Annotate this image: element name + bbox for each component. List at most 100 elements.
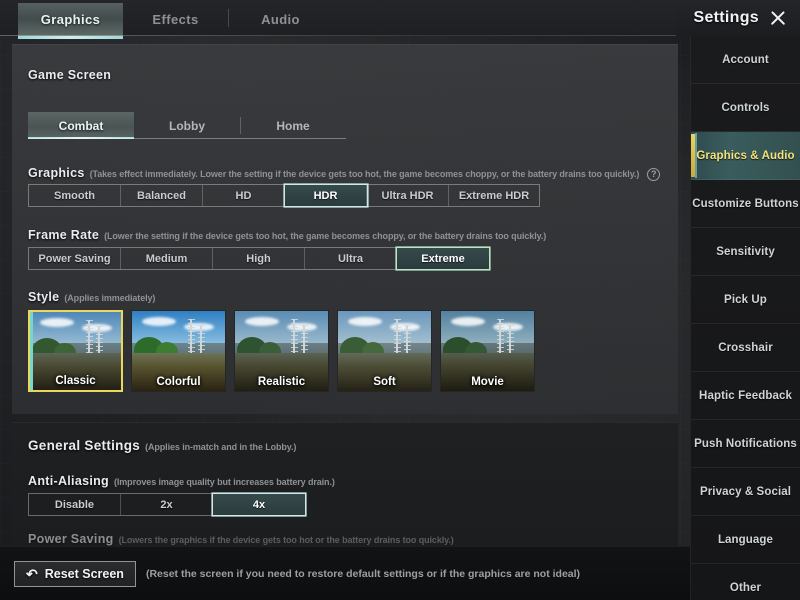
option-label: HDR: [313, 189, 338, 202]
close-icon[interactable]: [768, 8, 788, 28]
sidebar-item-label: Crosshair: [718, 341, 773, 354]
general-settings-header: General Settings (Applies in-match and i…: [28, 438, 296, 453]
anti-aliasing-label: Anti-Aliasing: [28, 474, 109, 488]
anti-aliasing-header: Anti-Aliasing (Improves image quality bu…: [28, 474, 335, 488]
option-label: Ultra HDR: [381, 189, 434, 202]
style-option-colorful[interactable]: Colorful: [131, 310, 226, 392]
graphics-option-balanced[interactable]: Balanced: [121, 185, 203, 206]
tab-graphics[interactable]: Graphics: [18, 3, 123, 39]
sidebar-item-label: Other: [729, 581, 762, 594]
sidebar-item-haptic-feedback[interactable]: Haptic Feedback: [691, 372, 800, 420]
graphics-option-ultra-hdr[interactable]: Ultra HDR: [367, 185, 449, 206]
graphics-option-extreme-hdr[interactable]: Extreme HDR: [449, 185, 539, 206]
sidebar-item-label: Push Notifications: [694, 437, 797, 450]
undo-arrow-icon: ↷: [26, 565, 38, 582]
anti-aliasing-option-4x[interactable]: 4x: [213, 494, 305, 515]
graphics-option-smooth[interactable]: Smooth: [29, 185, 121, 206]
sidebar-item-push-notifications[interactable]: Push Notifications: [691, 420, 800, 468]
settings-header: Settings: [676, 0, 800, 36]
sidebar-item-crosshair[interactable]: Crosshair: [691, 324, 800, 372]
screen-tab-combat[interactable]: Combat: [28, 112, 134, 139]
tab-effects[interactable]: Effects: [123, 3, 228, 36]
style-option-realistic[interactable]: Realistic: [234, 310, 329, 392]
power-saving-header: Power Saving (Lowers the graphics if the…: [28, 532, 454, 546]
frame-rate-option-power-saving[interactable]: Power Saving: [29, 248, 121, 269]
option-label: HD: [235, 189, 252, 202]
sidebar-item-label: Language: [717, 533, 774, 546]
screen-tab-label: Lobby: [169, 118, 205, 133]
graphics-label: Graphics: [28, 166, 85, 180]
sidebar-item-pick-up[interactable]: Pick Up: [691, 276, 800, 324]
graphics-option-hd[interactable]: HD: [203, 185, 285, 206]
sidebar-item-customize-buttons[interactable]: Customize Buttons: [691, 180, 800, 228]
page-title: Settings: [693, 9, 759, 26]
reset-screen-label: Reset Screen: [44, 566, 124, 581]
sidebar-item-label: Sensitivity: [716, 245, 775, 258]
graphics-option-hdr[interactable]: HDR: [285, 185, 367, 206]
frame-rate-option-high[interactable]: High: [213, 248, 305, 269]
frame-rate-option-ultra[interactable]: Ultra: [305, 248, 397, 269]
option-label: 2x: [160, 498, 173, 511]
style-option-movie[interactable]: Movie: [440, 310, 535, 392]
screen-tab-label: Home: [276, 118, 310, 133]
sidebar-item-graphics-audio[interactable]: Graphics & Audio: [691, 132, 800, 180]
style-option-soft[interactable]: Soft: [337, 310, 432, 392]
general-settings-note: (Applies in-match and in the Lobby.): [145, 442, 297, 452]
style-option-label: Classic: [55, 375, 96, 387]
style-option-label: Soft: [373, 376, 396, 388]
style-setting-header: Style (Applies immediately): [28, 290, 155, 304]
option-label: 4x: [252, 498, 266, 511]
sidebar-item-controls[interactable]: Controls: [691, 84, 800, 132]
tab-effects-label: Effects: [152, 12, 199, 27]
option-label: Balanced: [137, 189, 186, 202]
sidebar-item-account[interactable]: Account: [691, 36, 800, 84]
screen-tab-lobby[interactable]: Lobby: [134, 112, 240, 139]
sidebar-item-label: Customize Buttons: [692, 197, 799, 210]
frame-rate-option-extreme[interactable]: Extreme: [397, 248, 489, 269]
style-option-label: Movie: [471, 376, 504, 388]
sidebar-item-other[interactable]: Other: [691, 564, 800, 600]
help-circle-icon[interactable]: ?: [647, 167, 661, 181]
style-note: (Applies immediately): [64, 293, 156, 303]
anti-aliasing-note: (Improves image quality but increases ba…: [113, 477, 335, 487]
option-label: Medium: [145, 252, 188, 265]
frame-rate-label: Frame Rate: [28, 228, 100, 242]
thumb-cloud: [245, 317, 279, 326]
style-option-label: Colorful: [156, 376, 201, 388]
sidebar-item-language[interactable]: Language: [691, 516, 800, 564]
anti-aliasing-options: Disable 2x 4x: [28, 493, 306, 516]
screen-mode-tabs: Combat Lobby Home: [28, 112, 346, 139]
option-label: Power Saving: [38, 252, 111, 265]
graphics-note: (Takes effect immediately. Lower the set…: [89, 169, 640, 179]
screen-tab-home[interactable]: Home: [240, 112, 346, 139]
reset-screen-button[interactable]: ↷ Reset Screen: [14, 560, 136, 587]
power-saving-label: Power Saving: [28, 532, 114, 546]
anti-aliasing-option-2x[interactable]: 2x: [121, 494, 213, 515]
tab-audio[interactable]: Audio: [228, 3, 333, 36]
sidebar-item-sensitivity[interactable]: Sensitivity: [691, 228, 800, 276]
sidebar-item-label: Controls: [721, 101, 770, 114]
tab-graphics-label: Graphics: [40, 12, 101, 27]
anti-aliasing-option-disable[interactable]: Disable: [29, 494, 121, 515]
settings-content: Game Screen Combat Lobby Home Graphics (…: [0, 36, 678, 546]
thumb-cloud: [142, 317, 176, 326]
power-saving-note: (Lowers the graphics if the device gets …: [118, 535, 454, 545]
game-screen-title: Game Screen: [28, 68, 112, 82]
thumb-cloud: [40, 318, 74, 327]
screen-tab-label: Combat: [58, 118, 104, 133]
game-screen-panel: Game Screen Combat Lobby Home Graphics (…: [12, 44, 678, 414]
option-label: High: [246, 252, 271, 265]
sidebar-item-label: Account: [722, 53, 769, 66]
thumb-cloud: [348, 317, 382, 326]
option-label: Ultra: [337, 252, 364, 265]
thumb-cloud: [451, 317, 485, 326]
option-label: Disable: [54, 498, 95, 511]
option-label: Extreme HDR: [458, 189, 530, 202]
graphics-setting-header: Graphics (Takes effect immediately. Lowe…: [28, 166, 661, 181]
frame-rate-option-medium[interactable]: Medium: [121, 248, 213, 269]
style-option-classic[interactable]: Classic: [28, 310, 123, 392]
sidebar-item-label: Pick Up: [724, 293, 767, 306]
option-label: Extreme: [421, 252, 465, 265]
sidebar-item-privacy-social[interactable]: Privacy & Social: [691, 468, 800, 516]
sidebar-item-label: Privacy & Social: [699, 485, 792, 498]
